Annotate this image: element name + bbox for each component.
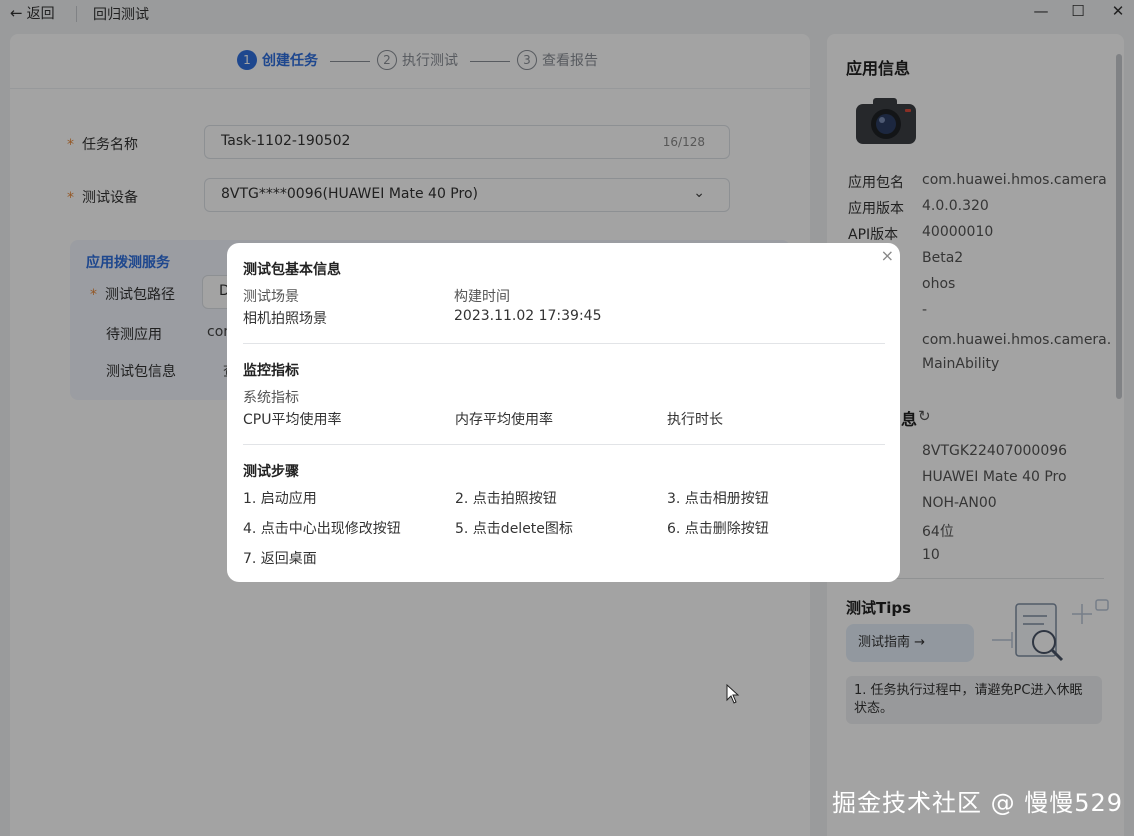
watermark: 掘金技术社区 @ 慢慢529 bbox=[832, 789, 1124, 817]
metric-item: CPU平均使用率 bbox=[243, 412, 342, 428]
package-info-dialog: × 测试包基本信息 测试场景 相机拍照场景 构建时间 2023.11.02 17… bbox=[227, 243, 900, 582]
monitor-title: 监控指标 bbox=[243, 363, 299, 379]
close-icon[interactable]: × bbox=[881, 246, 894, 265]
scene-label: 测试场景 bbox=[243, 289, 299, 305]
test-step: 3. 点击相册按钮 bbox=[667, 491, 769, 507]
build-time-value: 2023.11.02 17:39:45 bbox=[454, 308, 602, 324]
scene-value: 相机拍照场景 bbox=[243, 311, 327, 327]
test-steps-title: 测试步骤 bbox=[243, 464, 299, 480]
mouse-cursor-icon bbox=[726, 683, 740, 708]
basic-info-title: 测试包基本信息 bbox=[243, 262, 341, 278]
system-metrics-label: 系统指标 bbox=[243, 390, 299, 406]
divider bbox=[243, 343, 885, 344]
test-step: 4. 点击中心出现修改按钮 bbox=[243, 521, 401, 537]
test-step: 1. 启动应用 bbox=[243, 491, 317, 507]
build-time-label: 构建时间 bbox=[454, 289, 510, 305]
divider bbox=[243, 444, 885, 445]
metric-item: 执行时长 bbox=[667, 412, 723, 428]
test-step: 6. 点击删除按钮 bbox=[667, 521, 769, 537]
metric-item: 内存平均使用率 bbox=[455, 412, 553, 428]
test-step: 5. 点击delete图标 bbox=[455, 521, 573, 537]
test-step: 7. 返回桌面 bbox=[243, 551, 317, 567]
test-step: 2. 点击拍照按钮 bbox=[455, 491, 557, 507]
